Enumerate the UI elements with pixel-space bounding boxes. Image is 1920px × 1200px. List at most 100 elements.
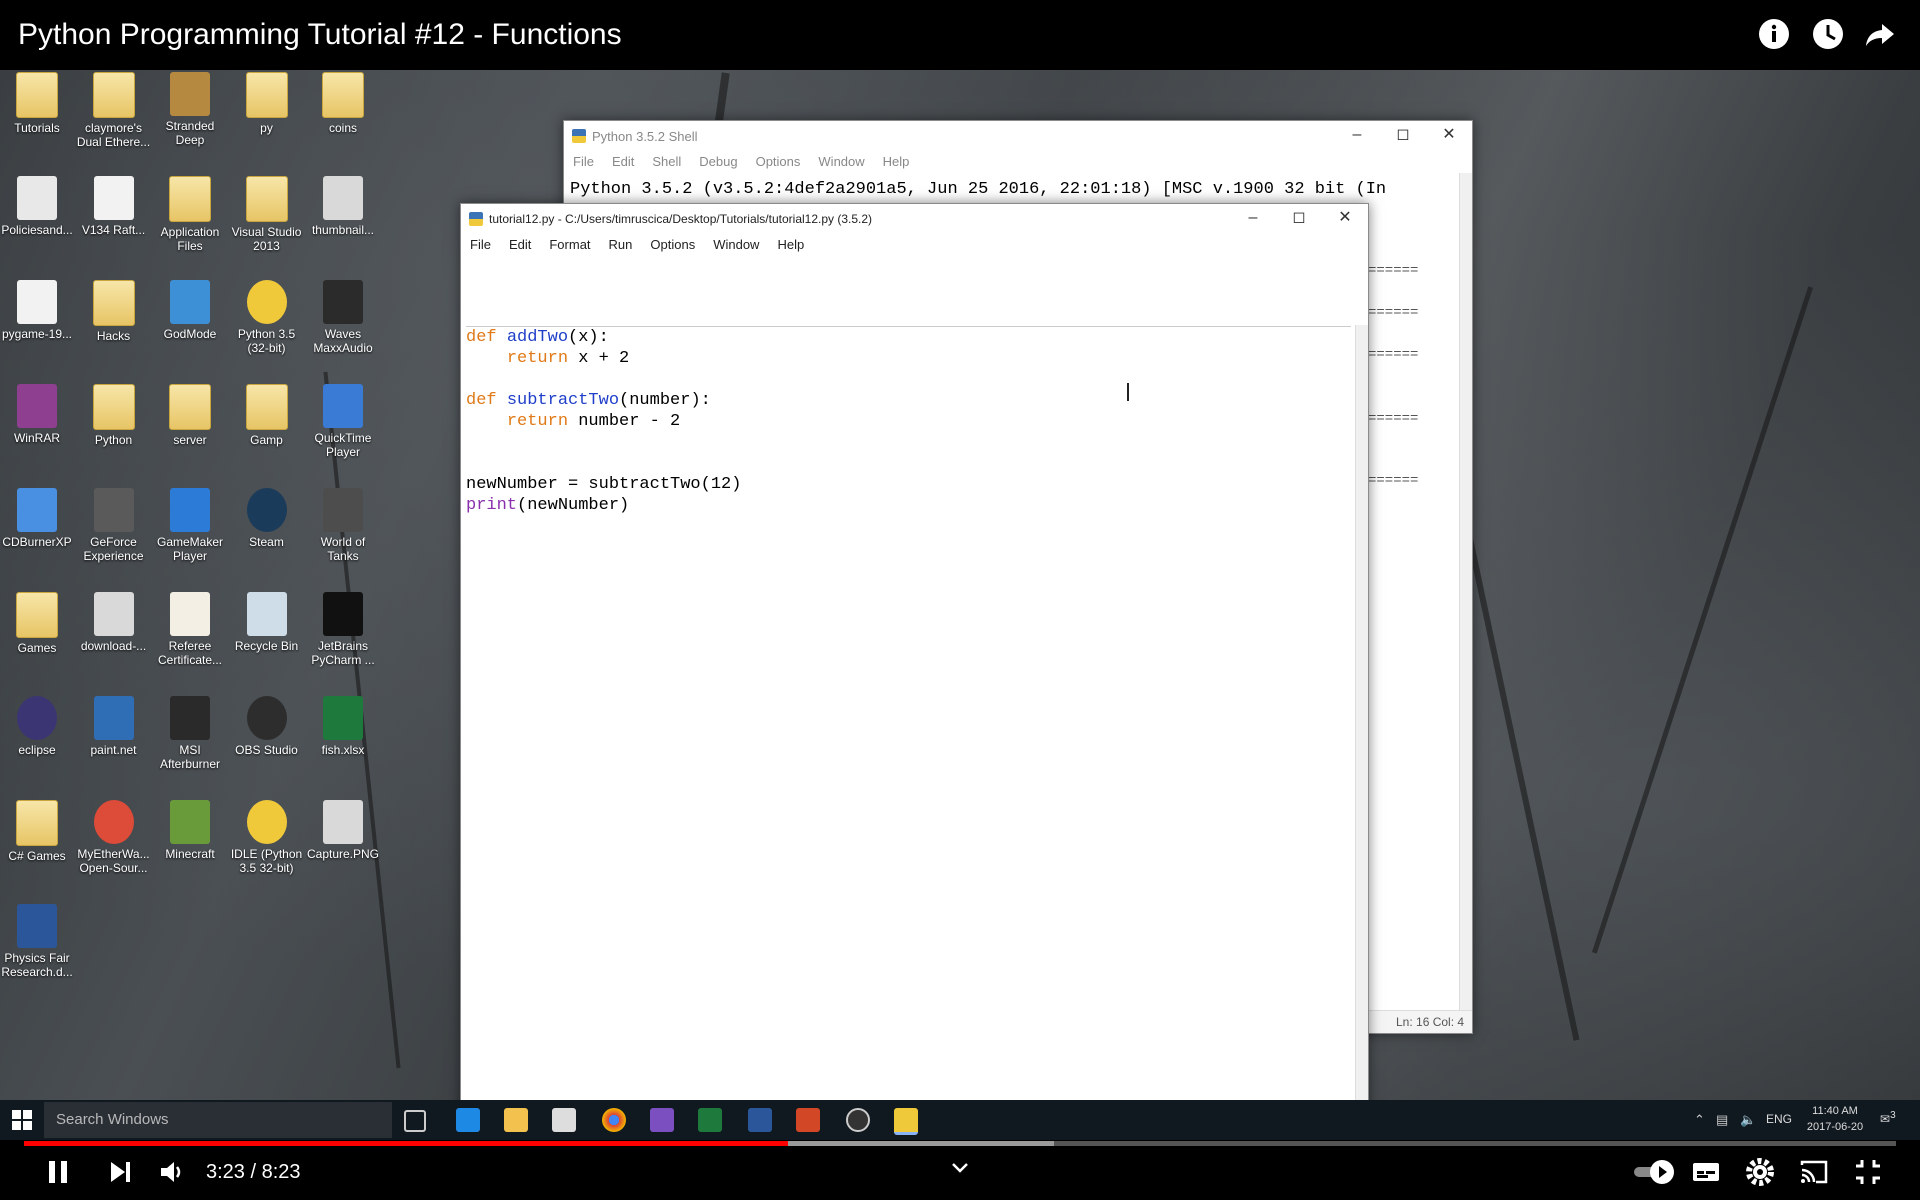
store-icon[interactable]	[552, 1108, 576, 1132]
close-button[interactable]: ✕	[1322, 204, 1368, 234]
shell-menu-shell[interactable]: Shell	[643, 151, 690, 169]
language-indicator[interactable]: ENG	[1766, 1112, 1792, 1126]
editor-menu-window[interactable]: Window	[704, 234, 768, 252]
desktop-icon[interactable]: MyEtherWa... Open-Sour...	[77, 800, 151, 875]
minimize-button[interactable]: –	[1230, 204, 1276, 234]
windows-start-icon[interactable]	[12, 1110, 32, 1130]
subtitles-icon[interactable]	[1690, 1156, 1722, 1188]
editor-menu-file[interactable]: File	[461, 234, 500, 252]
action-center-icon[interactable]: ✉3	[1880, 1110, 1896, 1126]
shell-menu-edit[interactable]: Edit	[603, 151, 643, 169]
desktop-icon[interactable]: Minecraft	[153, 800, 227, 861]
desktop-icon[interactable]: Steam	[230, 488, 304, 549]
shell-menu-options[interactable]: Options	[747, 151, 810, 169]
visual-studio-icon[interactable]	[650, 1108, 674, 1132]
desktop-icon[interactable]: C# Games	[0, 800, 74, 863]
shell-menu-debug[interactable]: Debug	[690, 151, 746, 169]
desktop-icon[interactable]: fish.xlsx	[306, 696, 380, 757]
desktop-icon[interactable]: Referee Certificate...	[153, 592, 227, 667]
share-icon[interactable]	[1862, 16, 1898, 52]
desktop-icon[interactable]: QuickTime Player	[306, 384, 380, 459]
desktop-icon[interactable]: claymore's Dual Ethere...	[77, 72, 151, 149]
desktop-icon[interactable]: GodMode	[153, 280, 227, 341]
desktop-icon[interactable]: GeForce Experience	[77, 488, 151, 563]
desktop-icon[interactable]: coins	[306, 72, 380, 135]
desktop-icon[interactable]: MSI Afterburner	[153, 696, 227, 771]
shell-menu-help[interactable]: Help	[874, 151, 919, 169]
pause-icon[interactable]	[42, 1156, 74, 1188]
desktop-icon[interactable]: CDBurnerXP	[0, 488, 74, 549]
edge-icon[interactable]	[456, 1108, 480, 1132]
editor-menu-options[interactable]: Options	[641, 234, 704, 252]
desktop-icon[interactable]: V134 Raft...	[77, 176, 151, 237]
shell-menu-window[interactable]: Window	[809, 151, 873, 169]
chevron-down-icon[interactable]	[950, 1160, 970, 1176]
desktop-icon[interactable]: thumbnail...	[306, 176, 380, 237]
video-title[interactable]: Python Programming Tutorial #12 - Functi…	[18, 18, 622, 52]
cast-icon[interactable]	[1798, 1156, 1830, 1188]
taskbar-search-input[interactable]: Search Windows	[44, 1102, 392, 1138]
maximize-button[interactable]: ◻	[1380, 121, 1426, 151]
shell-titlebar[interactable]: Python 3.5.2 Shell – ◻ ✕	[564, 121, 1472, 151]
excel-icon[interactable]	[698, 1108, 722, 1132]
exit-fullscreen-icon[interactable]	[1852, 1156, 1884, 1188]
desktop-icon[interactable]: Games	[0, 592, 74, 655]
desktop-icon[interactable]: Gamp	[230, 384, 304, 447]
shell-menu-file[interactable]: File	[564, 151, 603, 169]
desktop-icon[interactable]: server	[153, 384, 227, 447]
desktop-icon[interactable]: Hacks	[77, 280, 151, 343]
chrome-icon[interactable]	[602, 1108, 626, 1132]
desktop-icon[interactable]: Tutorials	[0, 72, 74, 135]
desktop-icon[interactable]: Policiesand...	[0, 176, 74, 237]
obs-icon[interactable]	[846, 1108, 870, 1132]
next-icon[interactable]	[104, 1156, 136, 1188]
shell-scrollbar[interactable]	[1459, 173, 1472, 1011]
desktop-icon[interactable]: paint.net	[77, 696, 151, 757]
desktop-icon[interactable]: Physics Fair Research.d...	[0, 904, 74, 979]
editor-window[interactable]: tutorial12.py - C:/Users/timruscica/Desk…	[460, 203, 1369, 1100]
desktop-icon[interactable]: py	[230, 72, 304, 135]
autoplay-toggle-icon[interactable]	[1632, 1156, 1676, 1188]
desktop-icon[interactable]: Application Files	[153, 176, 227, 253]
watch-later-icon[interactable]	[1810, 16, 1846, 52]
desktop-icon[interactable]: Waves MaxxAudio	[306, 280, 380, 355]
volume-icon[interactable]	[156, 1156, 188, 1188]
file-explorer-icon[interactable]	[504, 1108, 528, 1132]
editor-titlebar[interactable]: tutorial12.py - C:/Users/timruscica/Desk…	[461, 204, 1368, 234]
desktop-icon[interactable]: download-...	[77, 592, 151, 653]
desktop-icon[interactable]: JetBrains PyCharm ...	[306, 592, 380, 667]
desktop-icon[interactable]: eclipse	[0, 696, 74, 757]
editor-menu-format[interactable]: Format	[540, 234, 599, 252]
word-icon[interactable]	[748, 1108, 772, 1132]
desktop-icon[interactable]: IDLE (Python 3.5 32-bit)	[230, 800, 304, 875]
editor-menu-help[interactable]: Help	[768, 234, 813, 252]
desktop-icon[interactable]: Capture.PNG	[306, 800, 380, 861]
close-button[interactable]: ✕	[1426, 121, 1472, 151]
minimize-button[interactable]: –	[1334, 121, 1380, 151]
editor-scrollbar[interactable]	[1355, 325, 1368, 1100]
powerpoint-icon[interactable]	[796, 1108, 820, 1132]
desktop-icon[interactable]: WinRAR	[0, 384, 74, 445]
desktop-icon[interactable]: Visual Studio 2013	[230, 176, 304, 253]
idle-python-icon[interactable]	[894, 1108, 918, 1135]
editor-menu-edit[interactable]: Edit	[500, 234, 540, 252]
desktop-icon[interactable]: Recycle Bin	[230, 592, 304, 653]
desktop-icon[interactable]: GameMaker Player	[153, 488, 227, 563]
desktop-icon[interactable]: pygame-19...	[0, 280, 74, 341]
code-editor[interactable]: def addTwo(x): return x + 2 def subtract…	[466, 326, 1351, 1100]
desktop-icon[interactable]: Python 3.5 (32-bit)	[230, 280, 304, 355]
taskbar-clock[interactable]: 11:40 AM 2017-06-20	[1800, 1103, 1870, 1135]
maximize-button[interactable]: ◻	[1276, 204, 1322, 234]
editor-menu-run[interactable]: Run	[600, 234, 642, 252]
settings-gear-icon[interactable]	[1744, 1156, 1776, 1188]
desktop-icon[interactable]: OBS Studio	[230, 696, 304, 757]
desktop-icon[interactable]: Stranded Deep	[153, 72, 227, 147]
network-icon[interactable]: ▤	[1716, 1112, 1728, 1128]
info-icon[interactable]	[1756, 16, 1792, 52]
desktop-icon[interactable]: World of Tanks	[306, 488, 380, 563]
progress-bar[interactable]	[24, 1141, 1896, 1146]
task-view-icon[interactable]	[404, 1110, 426, 1132]
volume-icon[interactable]: 🔈	[1740, 1112, 1756, 1128]
tray-chevron-icon[interactable]: ⌃	[1694, 1112, 1705, 1128]
desktop-icon[interactable]: Python	[77, 384, 151, 447]
